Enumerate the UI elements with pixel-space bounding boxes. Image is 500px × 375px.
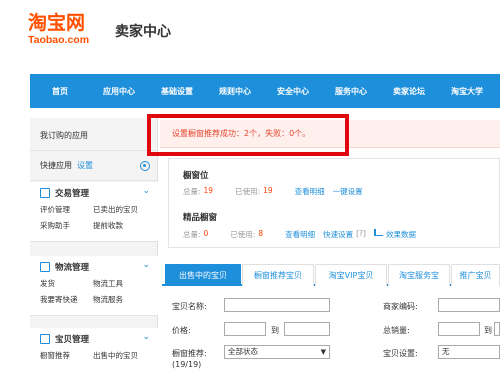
sidebar-section-logistics-head[interactable]: 物流管理 (40, 261, 89, 273)
total-sales-label: 总销量: (383, 326, 410, 335)
help-question-icon[interactable]: [?] (356, 229, 366, 240)
shirt-icon (40, 334, 50, 344)
showcase-status-value: 全部状态 (228, 347, 258, 356)
one-click-setting-link[interactable]: 一键设置 (333, 186, 363, 197)
premium-showcase-stats: 总量: 0 已使用: 8 查看明细 快速设置 [?] 效果数据 (183, 229, 416, 240)
sidebar-quick-apps: 快捷应用 设置 (30, 151, 158, 181)
trade-icon (40, 188, 50, 198)
dropdown-arrow-icon: ▼ (320, 348, 326, 356)
item-name-input[interactable] (224, 298, 330, 312)
item-setting-value: 无 (442, 347, 450, 356)
sidebar-section-title: 交易管理 (55, 189, 90, 199)
view-details-link[interactable]: 查看明细 (295, 186, 325, 197)
used-value: 19 (263, 186, 273, 195)
truck-icon (40, 262, 50, 272)
sidebar-my-apps-label: 我订购的应用 (40, 131, 88, 140)
sidebar-my-apps[interactable]: 我订购的应用 › (30, 121, 158, 151)
top-navigation-bar: 首页 应用中心 基础设置 规则中心 安全中心 服务中心 卖家论坛 淘宝大学 (30, 74, 500, 108)
price-min-input[interactable] (224, 322, 266, 336)
price-label: 价格: (172, 326, 191, 335)
bar-chart-icon (373, 229, 383, 236)
sidebar-link-review-management[interactable]: 评价管理 (40, 204, 93, 215)
sidebar: 我订购的应用 › 快捷应用 设置 交易管理 ⌄ 评价管理 已卖出的宝贝 采购助手… (30, 118, 158, 375)
sidebar-link-showcase-recommend[interactable]: 橱窗推荐 (40, 350, 93, 361)
sidebar-link-send-express[interactable]: 我要寄快递 (40, 294, 93, 305)
showcase-status-select[interactable]: 全部状态 ▼ (224, 345, 330, 359)
logo-english-text: Taobao.com (28, 34, 90, 46)
item-name-label: 宝贝名称: (172, 302, 207, 311)
total-label: 总量: (183, 187, 201, 196)
showcase-panel: 橱窗位 总量: 19 已使用: 19 查看明细 一键设置 精品橱窗 总量: 0 … (168, 158, 500, 248)
sidebar-link-logistics-service[interactable]: 物流服务 (93, 294, 153, 305)
item-tabs: 出售中的宝贝 橱窗推荐宝贝 淘宝VIP宝贝 淘宝服务宝 推广宝贝 (162, 264, 500, 286)
quick-setting-link[interactable]: 快速设置 (323, 229, 353, 240)
sidebar-section-trade: 交易管理 ⌄ 评价管理 已卖出的宝贝 采购助手 提前收款 (30, 182, 158, 242)
premium-showcase-title: 精品橱窗 (183, 213, 218, 223)
sales-max-input[interactable] (494, 322, 500, 336)
item-setting-label: 宝贝设置: (383, 349, 418, 358)
showcase-recommend-count: (19/19) (172, 360, 202, 369)
tab-service-items[interactable]: 淘宝服务宝 (388, 264, 450, 286)
sidebar-section-trade-head[interactable]: 交易管理 (40, 187, 89, 199)
highlight-annotation-box (147, 114, 349, 156)
logo-chinese-text: 淘宝网 (28, 12, 86, 34)
showcase-recommend-label: 橱窗推荐: (172, 349, 207, 358)
sidebar-section-title: 宝贝管理 (55, 335, 90, 345)
view-details-link[interactable]: 查看明细 (285, 229, 315, 240)
nav-item-taobao-university[interactable]: 淘宝大学 (438, 86, 496, 97)
sales-min-input[interactable] (438, 322, 480, 336)
showcase-title: 橱窗位 (183, 171, 209, 181)
merchant-code-input[interactable] (438, 298, 500, 312)
sidebar-quick-apps-label: 快捷应用 (40, 161, 72, 170)
nav-item-service-center[interactable]: 服务中心 (322, 86, 380, 97)
tab-promoted-items[interactable]: 推广宝贝 (451, 264, 500, 286)
effect-data-link[interactable]: 效果数据 (386, 229, 416, 240)
tab-showcase-items[interactable]: 橱窗推荐宝贝 (242, 264, 314, 286)
chevron-down-icon[interactable]: ⌄ (142, 260, 150, 270)
sidebar-section-logistics: 物流管理 ⌄ 发货 物流工具 我要寄快递 物流服务 (30, 256, 158, 316)
nav-item-security-center[interactable]: 安全中心 (264, 86, 322, 97)
item-setting-select[interactable]: 无 (438, 345, 500, 359)
nav-item-app-center[interactable]: 应用中心 (90, 86, 148, 97)
gear-icon[interactable] (140, 160, 150, 171)
showcase-stats: 总量: 19 已使用: 19 查看明细 一键设置 (183, 186, 363, 197)
sidebar-section-title: 物流管理 (55, 263, 90, 273)
nav-item-seller-forum[interactable]: 卖家论坛 (380, 86, 438, 97)
quick-apps-settings-link[interactable]: 设置 (77, 160, 93, 171)
tab-vip-items[interactable]: 淘宝VIP宝贝 (315, 264, 387, 286)
price-max-input[interactable] (284, 322, 330, 336)
total-label: 总量: (183, 230, 201, 239)
merchant-code-label: 商家编码: (383, 302, 418, 311)
sales-to-label: 到 (484, 326, 492, 335)
sidebar-link-purchase-assistant[interactable]: 采购助手 (40, 220, 93, 231)
sidebar-link-sold-items[interactable]: 已卖出的宝贝 (93, 204, 153, 215)
nav-item-rules-center[interactable]: 规则中心 (206, 86, 264, 97)
chevron-down-icon[interactable]: ⌄ (142, 186, 150, 196)
taobao-logo[interactable]: 淘宝网 Taobao.com (28, 12, 108, 52)
price-to-label: 到 (271, 326, 279, 335)
tab-items-on-sale[interactable]: 出售中的宝贝 (165, 264, 241, 286)
total-value: 19 (203, 186, 214, 195)
seller-center-title: 卖家中心 (115, 24, 171, 40)
nav-item-basic-settings[interactable]: 基础设置 (148, 86, 206, 97)
sidebar-link-items-on-sale[interactable]: 出售中的宝贝 (93, 350, 153, 361)
sidebar-link-early-payment[interactable]: 提前收款 (93, 220, 153, 231)
used-label: 已使用: (235, 187, 261, 196)
nav-item-home[interactable]: 首页 (30, 86, 90, 97)
chevron-down-icon[interactable]: ⌄ (142, 332, 150, 342)
sidebar-section-items-head[interactable]: 宝贝管理 (40, 333, 89, 345)
used-label: 已使用: (230, 230, 256, 239)
sidebar-link-ship[interactable]: 发货 (40, 278, 93, 289)
sidebar-link-logistics-tools[interactable]: 物流工具 (93, 278, 153, 289)
sidebar-section-items: 宝贝管理 ⌄ 橱窗推荐 出售中的宝贝 (30, 328, 158, 375)
